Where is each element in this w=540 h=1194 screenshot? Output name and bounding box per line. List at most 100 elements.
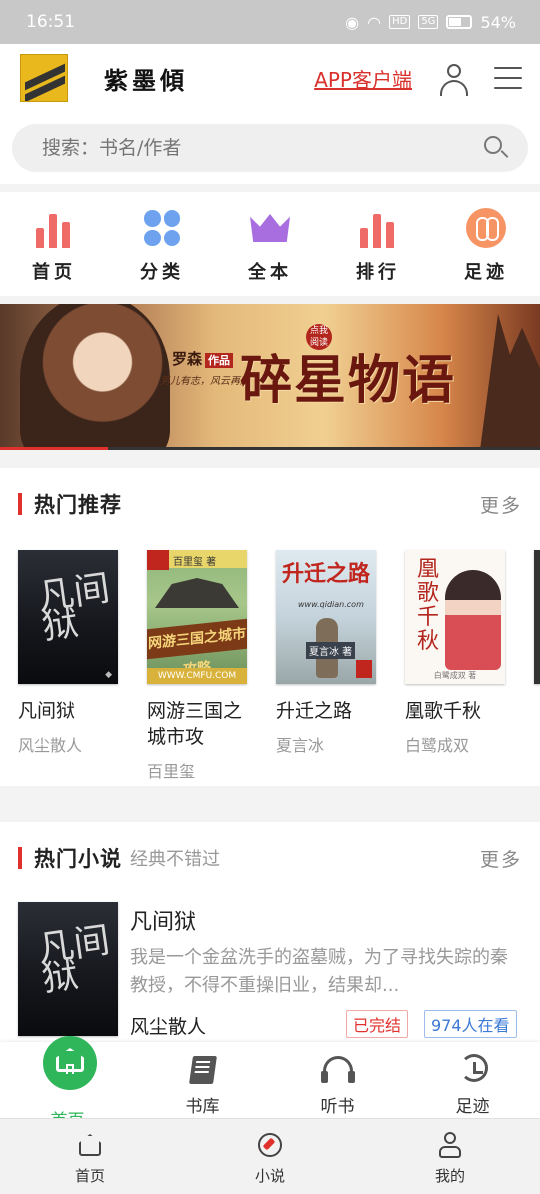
sys-nav-label: 小说 (254, 1167, 285, 1185)
book-title[interactable]: 凡间狱 (18, 698, 128, 724)
sys-nav-home[interactable]: 首页 (30, 1119, 150, 1194)
tab-label: 书库 (185, 1097, 220, 1117)
site-logo-text[interactable]: 紫墨傾 (104, 61, 188, 96)
house-icon (76, 1131, 104, 1159)
book-card[interactable]: 百里玺 著 网游三国之城市攻略 WWW.CMFU.COM 网游三国之城市攻 百里… (147, 550, 276, 782)
bar-chart-icon (358, 208, 398, 248)
section-header: 热门推荐 更多 (0, 468, 540, 540)
hd-icon: HD (389, 15, 411, 29)
app-client-link[interactable]: APP客户端 (314, 64, 412, 93)
quick-nav-footprint[interactable]: 足迹 (432, 192, 540, 296)
readers-badge: 974人在看 (424, 1010, 517, 1038)
headphones-icon (320, 1054, 355, 1084)
profile-icon (436, 1131, 464, 1159)
tab-library[interactable]: 书库 (135, 1042, 270, 1118)
more-link[interactable]: 更多 (480, 845, 522, 872)
wifi-icon: ◠ (367, 12, 382, 32)
banner-slogan: 男儿有志，风云再起 (160, 376, 250, 387)
site-header: 紫墨傾 APP客户端 (0, 44, 540, 112)
site-logo-icon[interactable] (20, 54, 68, 102)
hot-recommend-section: 热门推荐 更多 凡间狱 ◆ 凡间狱 风尘散人 百里玺 著 网游三国之城市攻略 W… (0, 468, 540, 786)
promo-banner[interactable]: 罗森 作品 男儿有志，风云再起 点我阅读 碎星物语 (0, 304, 540, 450)
novel-description: 我是一个金盆洗手的盗墓贼，为了寻找失踪的秦教授，不得不重操旧业，结果却... (130, 947, 508, 996)
tab-label: 听书 (320, 1097, 355, 1117)
quick-nav-complete[interactable]: 全本 (216, 192, 324, 296)
status-bar: 16:51 ◉ ◠ HD 5G 54% (0, 0, 540, 44)
status-time: 16:51 (26, 12, 75, 32)
search-icon[interactable] (482, 134, 510, 162)
book-author: 白鹭成双 (405, 736, 470, 755)
book-card[interactable]: 升迁之路 www.qidian.com 夏言冰 著 升迁之路 夏言冰 (276, 550, 405, 782)
sys-nav-label: 我的 (434, 1167, 465, 1185)
quick-nav: 首页 分类 全本 排行 足迹 (0, 192, 540, 296)
signal-icon: 5G (418, 15, 439, 29)
book-list: 凡间狱 ◆ 凡间狱 风尘散人 百里玺 著 网游三国之城市攻略 WWW.CMFU.… (18, 550, 540, 782)
book-cover[interactable]: 凰歌千秋 白鹭成双 著 (405, 550, 505, 684)
section-header: 热门小说 经典不错过 更多 (0, 822, 540, 894)
tab-label: 足迹 (455, 1097, 490, 1117)
sys-nav-profile[interactable]: 我的 (390, 1119, 510, 1194)
sys-nav-novel[interactable]: 小说 (210, 1119, 330, 1194)
book-icon (186, 1054, 220, 1084)
search-input[interactable] (42, 137, 482, 159)
quick-nav-label: 全本 (248, 262, 292, 283)
book-card[interactable]: 凡间狱 ◆ 凡间狱 风尘散人 (18, 550, 147, 782)
quick-nav-label: 分类 (140, 262, 184, 283)
book-title[interactable]: 升迁之路 (276, 698, 386, 724)
section-accent-bar (18, 493, 22, 515)
section-title: 热门小说 (34, 847, 122, 871)
quick-nav-home[interactable]: 首页 (0, 192, 108, 296)
grid-dots-icon (142, 208, 182, 248)
search-bar[interactable] (12, 124, 528, 172)
status-icons: ◉ ◠ HD 5G 54% (345, 13, 516, 32)
section-subtitle: 经典不错过 (130, 849, 220, 870)
book-cover[interactable] (534, 550, 540, 684)
quick-nav-label: 足迹 (464, 262, 508, 283)
banner-title: 碎星物语 (240, 350, 457, 411)
banner-indicator (0, 447, 540, 450)
footprints-icon (466, 208, 506, 248)
hot-novels-section: 热门小说 经典不错过 更多 凡间狱 凡间狱 我是一个金盆洗手的盗墓贼，为了寻找失… (0, 822, 540, 1042)
book-cover[interactable]: 升迁之路 www.qidian.com 夏言冰 著 (276, 550, 376, 684)
banner-portrait-image (20, 304, 170, 450)
quick-nav-label: 排行 (356, 262, 400, 283)
book-title[interactable]: 网游三国之城市攻 (147, 698, 257, 750)
section-title: 热门推荐 (34, 493, 122, 517)
book-cover[interactable]: 凡间狱 ◆ (18, 550, 118, 684)
banner-author: 罗森 作品 (172, 348, 234, 369)
book-card-partial[interactable] (534, 550, 540, 782)
quick-nav-ranking[interactable]: 排行 (324, 192, 432, 296)
book-title[interactable]: 凰歌千秋 (405, 698, 515, 724)
system-nav-bar: 首页 小说 我的 (0, 1118, 540, 1194)
book-cover[interactable]: 百里玺 著 网游三国之城市攻略 WWW.CMFU.COM (147, 550, 247, 684)
compass-icon (256, 1131, 284, 1159)
quick-nav-category[interactable]: 分类 (108, 192, 216, 296)
novel-cover[interactable]: 凡间狱 (18, 902, 118, 1036)
status-badge: 已完结 (346, 1010, 409, 1038)
section-accent-bar (18, 847, 22, 869)
battery-level: 54% (480, 12, 516, 32)
book-card[interactable]: 凰歌千秋 白鹭成双 著 凰歌千秋 白鹭成双 (405, 550, 534, 782)
novel-item[interactable]: 凡间狱 凡间狱 我是一个金盆洗手的盗墓贼，为了寻找失踪的秦教授，不得不重操旧业，… (18, 902, 522, 1038)
novel-title[interactable]: 凡间狱 (130, 904, 196, 936)
eye-icon: ◉ (345, 12, 360, 32)
quick-nav-label: 首页 (32, 262, 76, 283)
sys-nav-label: 首页 (74, 1167, 105, 1185)
book-author: 风尘散人 (18, 736, 83, 755)
menu-icon[interactable] (494, 67, 522, 89)
user-icon[interactable] (438, 62, 470, 96)
book-author: 夏言冰 (276, 736, 325, 755)
battery-icon (446, 15, 473, 29)
tab-audiobook[interactable]: 听书 (270, 1042, 405, 1118)
bar-chart-icon (34, 208, 74, 248)
search-area (0, 112, 540, 184)
history-icon (456, 1054, 490, 1084)
crown-icon (250, 208, 290, 248)
novel-author: 风尘散人 (130, 1016, 207, 1038)
book-author: 百里玺 (147, 762, 196, 781)
banner-tower-image (480, 314, 540, 450)
home-icon[interactable] (43, 1036, 97, 1090)
tab-history[interactable]: 足迹 (405, 1042, 540, 1118)
app-screen: 16:51 ◉ ◠ HD 5G 54% 紫墨傾 APP客户端 搜索：书名/作者 … (0, 0, 540, 1194)
more-link[interactable]: 更多 (480, 491, 522, 518)
